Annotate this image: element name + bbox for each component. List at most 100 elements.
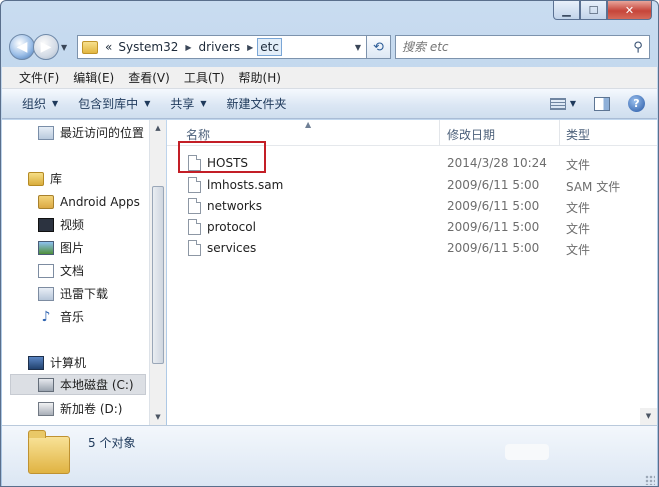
back-arrow-icon: ◀ [16, 39, 28, 55]
file-date: 2009/6/11 5:00 [447, 220, 540, 234]
nav-label: Android Apps [60, 194, 140, 209]
nav-label: 图片 [60, 241, 85, 255]
nav-item-local-disk-c[interactable]: 本地磁盘 (C:) [10, 374, 146, 395]
organize-label: 组织 [22, 97, 47, 111]
nav-item-documents[interactable]: 文档 [38, 260, 84, 281]
file-icon [188, 177, 201, 193]
file-type: 文件 [566, 222, 591, 236]
chevron-down-icon: ▼ [144, 99, 151, 108]
sort-ascending-icon: ▲ [305, 120, 312, 129]
recent-pages-dropdown[interactable]: ▼ [61, 43, 73, 52]
include-in-library-button[interactable]: 包含到库中 ▼ [68, 95, 160, 112]
help-icon[interactable]: ? [628, 95, 645, 112]
nav-item-pictures[interactable]: 图片 [38, 237, 84, 258]
resize-grip-icon[interactable] [645, 475, 655, 485]
file-name: protocol [207, 220, 256, 234]
navigation-pane: 最近访问的位置 库 Android Apps 视频 图片 文档 迅雷下载 ♪ 音 [2, 120, 150, 425]
file-name: lmhosts.sam [207, 178, 284, 192]
file-row-lmhosts[interactable]: lmhosts.sam 2009/6/11 5:00 SAM 文件 [167, 175, 657, 196]
column-modified[interactable]: 修改日期 [447, 126, 495, 143]
caption-buttons: ▁ ☐ ✕ [553, 1, 652, 20]
file-icon [188, 219, 201, 235]
file-row-protocol[interactable]: protocol 2009/6/11 5:00 文件 [167, 217, 657, 238]
file-name: networks [207, 199, 262, 213]
hosts-highlight-box [178, 141, 266, 173]
chevron-down-icon: ▼ [200, 99, 207, 108]
breadcrumb-etc[interactable]: etc [257, 38, 282, 56]
forward-button[interactable]: ▶ [33, 34, 59, 60]
explorer-window: ▁ ☐ ✕ ◀ ▶ ▼ « System32 ▶ drivers ▶ etc ▼… [0, 0, 659, 487]
menu-edit[interactable]: 编辑(E) [66, 69, 121, 86]
scroll-thumb[interactable] [152, 186, 164, 364]
nav-item-video[interactable]: 视频 [38, 214, 84, 235]
breadcrumb-separator-icon[interactable]: ▶ [181, 43, 195, 52]
refresh-button[interactable]: ⟲ [367, 35, 391, 59]
view-options-dropdown-icon[interactable]: ▼ [570, 99, 576, 108]
column-divider[interactable] [559, 120, 560, 146]
back-button[interactable]: ◀ [9, 34, 35, 60]
file-date: 2009/6/11 5:00 [447, 199, 540, 213]
file-list-pane: ▲ 名称 修改日期 类型 HOSTS 2014/3/28 10:24 文件 lm… [167, 120, 657, 425]
breadcrumb-drivers[interactable]: drivers [196, 40, 244, 54]
share-label: 共享 [170, 97, 195, 111]
nav-label: 迅雷下载 [60, 287, 109, 301]
nav-item-recent[interactable]: 最近访问的位置 [38, 122, 144, 143]
documents-library-icon [38, 263, 54, 278]
file-type: SAM 文件 [566, 180, 621, 194]
new-folder-button[interactable]: 新建文件夹 [217, 95, 297, 112]
search-input[interactable] [402, 40, 627, 54]
close-button[interactable]: ✕ [607, 1, 652, 20]
address-bar[interactable]: « System32 ▶ drivers ▶ etc ▼ [77, 35, 367, 59]
refresh-icon: ⟲ [373, 39, 384, 55]
file-row-networks[interactable]: networks 2009/6/11 5:00 文件 [167, 196, 657, 217]
command-bar-right: ▼ ? [549, 95, 657, 112]
nav-item-android-apps[interactable]: Android Apps [38, 191, 140, 212]
chevron-down-icon: ▼ [52, 99, 59, 108]
file-date: 2014/3/28 10:24 [447, 156, 547, 170]
nav-label: 计算机 [50, 356, 87, 370]
folder-icon [28, 430, 70, 474]
menu-file[interactable]: 文件(F) [12, 69, 66, 86]
scroll-down-icon[interactable]: ▼ [640, 408, 657, 425]
nav-pane-scrollbar[interactable]: ▲ ▼ [149, 120, 166, 425]
breadcrumb-separator-icon[interactable]: ▶ [243, 43, 257, 52]
file-row-services[interactable]: services 2009/6/11 5:00 文件 [167, 238, 657, 259]
hard-drive-icon [38, 377, 54, 392]
command-bar: 组织 ▼ 包含到库中 ▼ 共享 ▼ 新建文件夹 ▼ ? [2, 89, 657, 119]
minimize-button[interactable]: ▁ [553, 1, 580, 20]
nav-label: 音乐 [60, 310, 85, 324]
nav-item-new-volume-d[interactable]: 新加卷 (D:) [38, 398, 122, 419]
menu-view[interactable]: 查看(V) [121, 69, 177, 86]
nav-item-xunlei[interactable]: 迅雷下载 [38, 283, 108, 304]
file-date: 2009/6/11 5:00 [447, 178, 540, 192]
android-apps-icon [38, 194, 54, 209]
file-name: services [207, 241, 257, 255]
breadcrumb-system32[interactable]: System32 [115, 40, 181, 54]
library-icon [28, 171, 44, 186]
nav-label: 最近访问的位置 [60, 126, 145, 140]
share-button[interactable]: 共享 ▼ [160, 95, 216, 112]
download-library-icon [38, 286, 54, 301]
breadcrumb-overflow[interactable]: « [102, 40, 115, 54]
menu-tools[interactable]: 工具(T) [177, 69, 232, 86]
details-pane: 5 个对象 [2, 425, 657, 486]
address-dropdown-icon[interactable]: ▼ [350, 43, 366, 52]
nav-item-computer[interactable]: 计算机 [28, 352, 86, 373]
nav-label: 视频 [60, 218, 85, 232]
search-icon[interactable]: ⚲ [627, 40, 649, 55]
scroll-down-icon[interactable]: ▼ [150, 409, 166, 425]
menu-help[interactable]: 帮助(H) [232, 69, 288, 86]
pictures-library-icon [38, 240, 54, 255]
nav-item-music[interactable]: ♪ 音乐 [38, 306, 84, 327]
column-type[interactable]: 类型 [566, 126, 590, 143]
maximize-button[interactable]: ☐ [580, 1, 607, 20]
organize-button[interactable]: 组织 ▼ [12, 95, 68, 112]
change-view-icon[interactable] [549, 97, 566, 110]
blurred-area [505, 444, 549, 460]
column-divider[interactable] [439, 120, 440, 146]
nav-item-library[interactable]: 库 [28, 168, 62, 189]
recent-places-icon [38, 125, 54, 140]
scroll-up-icon[interactable]: ▲ [150, 120, 166, 136]
search-box[interactable]: ⚲ [395, 35, 650, 59]
preview-pane-icon[interactable] [594, 96, 610, 111]
